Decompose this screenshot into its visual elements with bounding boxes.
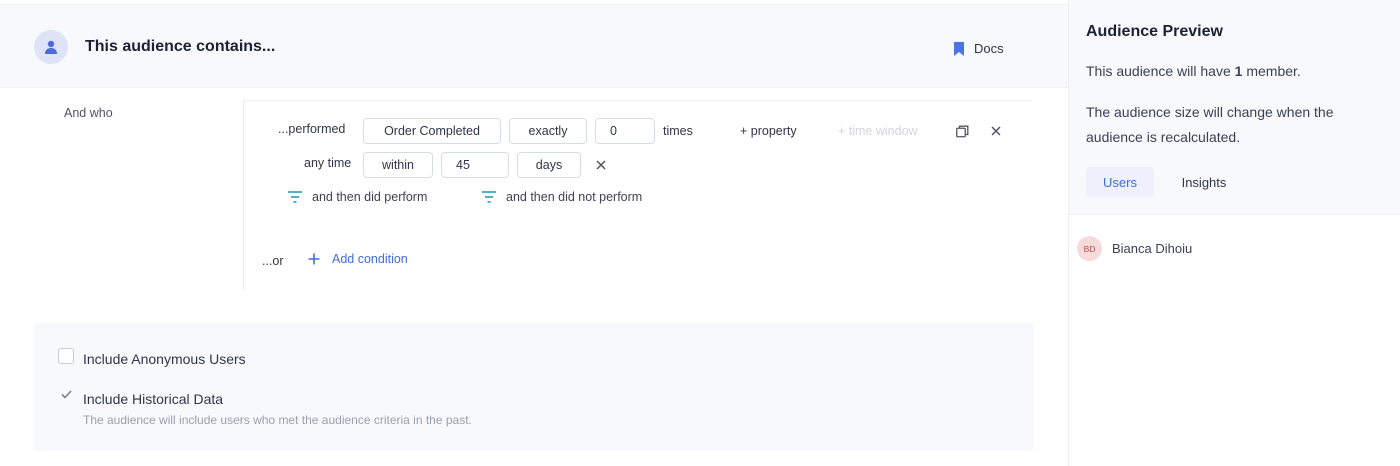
recalc-line-1: The audience size will change when the [1086,104,1334,120]
builder-title: This audience contains... [85,38,276,55]
audience-options: Include Anonymous Users Include Historic… [34,323,1034,451]
include-anonymous-checkbox[interactable] [58,348,74,364]
tab-insights[interactable]: Insights [1169,167,1239,198]
include-historical-description: The audience will include users who met … [83,413,472,427]
builder-header: This audience contains... Docs [0,4,1068,88]
add-property-button[interactable]: + property [740,124,797,138]
condition-group-divider [243,100,1033,101]
docs-link[interactable]: Docs [954,41,1004,56]
then-did-not-perform-label: and then did not perform [506,190,643,204]
then-did-perform-button[interactable]: and then did perform [288,190,427,204]
include-historical-checkbox[interactable] [58,386,74,402]
include-anonymous-label: Include Anonymous Users [83,351,246,367]
user-icon [34,30,68,64]
member-name: Bianca Dihoiu [1112,241,1193,256]
remove-condition-icon[interactable] [988,123,1004,139]
preview-summary: Audience Preview This audience will have… [1069,0,1400,215]
avatar: BD [1077,236,1102,261]
condition-group-line [243,100,244,290]
recalculation-note: The audience size will change when the a… [1086,100,1334,150]
then-did-not-perform-button[interactable]: and then did not perform [482,190,642,204]
recalc-line-2: audience is recalculated. [1086,129,1241,145]
filter-icon [482,191,496,203]
times-label: times [663,124,693,138]
add-condition-button[interactable]: Add condition [308,252,408,266]
event-select[interactable]: Order Completed [363,118,501,144]
size-suffix: member. [1242,63,1301,79]
audience-builder-page: This audience contains... Docs And who .… [0,0,1400,466]
then-did-perform-label: and then did perform [312,190,428,204]
audience-preview-panel: Audience Preview This audience will have… [1068,0,1400,466]
bookmark-icon [954,41,964,56]
duplicate-icon[interactable] [954,123,970,139]
preview-title: Audience Preview [1086,23,1223,40]
any-time-label: any time [304,156,352,170]
docs-label: Docs [974,41,1004,56]
or-label: ...or [262,254,284,268]
time-amount-input[interactable]: 45 [441,152,509,178]
remove-time-window-icon[interactable] [593,157,609,173]
size-prefix: This audience will have [1086,63,1235,79]
time-mode-select[interactable]: within [363,152,433,178]
count-input[interactable]: 0 [595,118,655,144]
add-condition-label: Add condition [332,252,408,266]
time-unit-select[interactable]: days [517,152,581,178]
checkmark-icon [60,389,72,399]
tab-users[interactable]: Users [1086,167,1154,198]
plus-icon [308,253,320,265]
include-historical-label: Include Historical Data [83,391,224,407]
filter-icon [288,191,302,203]
add-time-window-button[interactable]: + time window [838,124,918,138]
audience-size-text: This audience will have 1 member. [1086,59,1301,84]
list-item[interactable]: BD Bianca Dihoiu [1077,236,1192,261]
performed-label: ...performed [278,122,346,136]
audience-builder: This audience contains... Docs And who .… [0,0,1068,466]
and-who-label: And who [64,106,113,120]
operator-select[interactable]: exactly [509,118,587,144]
